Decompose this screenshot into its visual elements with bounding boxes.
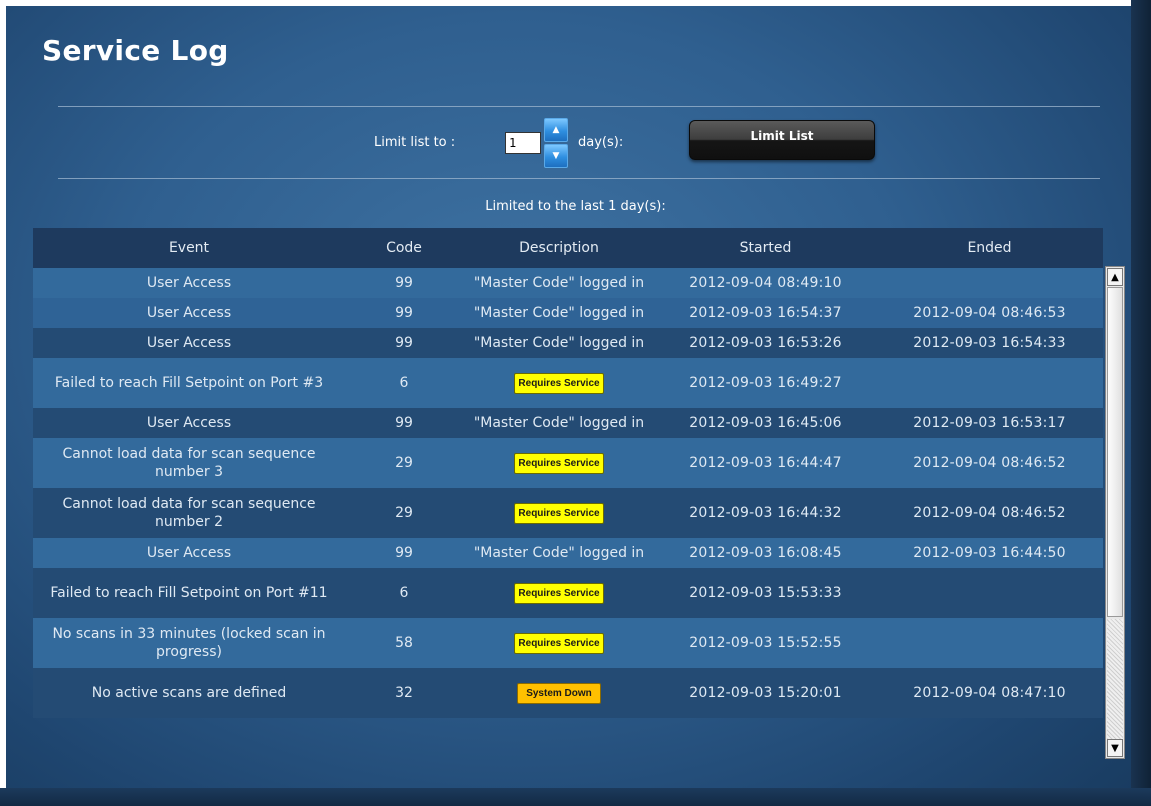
header-ended: Ended <box>967 240 1012 256</box>
limit-label: Limit list to : <box>374 135 456 150</box>
chevron-down-icon: ▼ <box>552 151 560 161</box>
cell-event: Failed to reach Fill Setpoint on Port #1… <box>50 585 328 601</box>
cell-description: "Master Code" logged in <box>473 305 645 321</box>
chevron-up-icon: ▲ <box>552 125 560 135</box>
cell-started: 2012-09-03 16:44:32 <box>689 505 842 521</box>
divider-top <box>58 106 1100 107</box>
cell-started: 2012-09-03 15:52:55 <box>689 635 842 651</box>
cell-event: No scans in 33 minutes (locked scan in p… <box>52 626 326 660</box>
cell-code: 99 <box>395 415 413 431</box>
table-row[interactable]: Cannot load data for scan sequence numbe… <box>33 488 1103 538</box>
table-row[interactable]: Failed to reach Fill Setpoint on Port #1… <box>33 568 1103 618</box>
cell-started: 2012-09-04 08:49:10 <box>689 275 842 291</box>
cell-ended: 2012-09-03 16:44:50 <box>913 545 1066 561</box>
days-unit-label: day(s): <box>578 135 624 150</box>
cell-started: 2012-09-03 16:49:27 <box>689 375 842 391</box>
table-header: Event Code Description Started Ended <box>33 228 1103 268</box>
scroll-down-arrow-icon: ▼ <box>1111 742 1119 754</box>
cell-ended: 2012-09-04 08:47:10 <box>913 685 1066 701</box>
scroll-down-button[interactable]: ▼ <box>1107 739 1123 757</box>
cell-event: Failed to reach Fill Setpoint on Port #3 <box>54 375 324 391</box>
header-event: Event <box>168 240 210 256</box>
cell-code: 29 <box>395 505 413 521</box>
cell-event: User Access <box>146 275 232 291</box>
cell-description: "Master Code" logged in <box>473 545 645 561</box>
requires-service-badge: Requires Service <box>514 632 604 654</box>
cell-description: System Down <box>463 682 655 704</box>
cell-description: Requires Service <box>463 372 655 394</box>
cell-ended: 2012-09-03 16:54:33 <box>913 335 1066 351</box>
requires-service-badge: Requires Service <box>514 582 604 604</box>
cell-code: 99 <box>395 305 413 321</box>
header-description: Description <box>519 240 599 256</box>
table-row[interactable]: No scans in 33 minutes (locked scan in p… <box>33 618 1103 668</box>
requires-service-badge: Requires Service <box>514 502 604 524</box>
cell-event: Cannot load data for scan sequence numbe… <box>62 496 316 530</box>
cell-started: 2012-09-03 16:44:47 <box>689 455 842 471</box>
table-row[interactable]: User Access 99 "Master Code" logged in 2… <box>33 408 1103 438</box>
cell-description: "Master Code" logged in <box>473 275 645 291</box>
cell-event: User Access <box>146 545 232 561</box>
window-frame-bottom <box>0 788 1151 806</box>
limit-list-button[interactable]: Limit List <box>689 120 875 160</box>
cell-event: No active scans are defined <box>91 685 287 701</box>
requires-service-badge: Requires Service <box>514 372 604 394</box>
cell-started: 2012-09-03 15:20:01 <box>689 685 842 701</box>
cell-code: 99 <box>395 275 413 291</box>
cell-started: 2012-09-03 16:53:26 <box>689 335 842 351</box>
cell-event: User Access <box>146 305 232 321</box>
window-frame-top <box>0 0 1151 6</box>
table-row[interactable]: User Access 99 "Master Code" logged in 2… <box>33 268 1103 298</box>
scroll-up-arrow-icon: ▲ <box>1111 271 1119 283</box>
cell-code: 32 <box>395 685 413 701</box>
table-row[interactable]: User Access 99 "Master Code" logged in 2… <box>33 298 1103 328</box>
cell-description: Requires Service <box>463 502 655 524</box>
header-code: Code <box>386 240 422 256</box>
cell-description: Requires Service <box>463 582 655 604</box>
table-row[interactable]: Failed to reach Fill Setpoint on Port #3… <box>33 358 1103 408</box>
scroll-track[interactable] <box>1107 619 1123 739</box>
limit-days-input[interactable] <box>505 132 541 154</box>
cell-description: "Master Code" logged in <box>473 415 645 431</box>
cell-event: User Access <box>146 335 232 351</box>
cell-description: Requires Service <box>463 452 655 474</box>
scroll-up-button[interactable]: ▲ <box>1107 268 1123 286</box>
cell-code: 29 <box>395 455 413 471</box>
cell-code: 99 <box>395 545 413 561</box>
cell-started: 2012-09-03 15:53:33 <box>689 585 842 601</box>
page-title: Service Log <box>42 34 229 67</box>
cell-started: 2012-09-03 16:45:06 <box>689 415 842 431</box>
limited-to-message: Limited to the last 1 day(s): <box>485 199 666 214</box>
cell-started: 2012-09-03 16:54:37 <box>689 305 842 321</box>
scroll-thumb[interactable] <box>1107 287 1123 617</box>
cell-ended: 2012-09-04 08:46:52 <box>913 455 1066 471</box>
cell-description: Requires Service <box>463 632 655 654</box>
table-row[interactable]: User Access 99 "Master Code" logged in 2… <box>33 538 1103 568</box>
table-row[interactable]: User Access 99 "Master Code" logged in 2… <box>33 328 1103 358</box>
spin-down-button[interactable]: ▼ <box>544 144 568 168</box>
cell-ended: 2012-09-03 16:53:17 <box>913 415 1066 431</box>
cell-description: "Master Code" logged in <box>473 335 645 351</box>
cell-event: User Access <box>146 415 232 431</box>
table-row[interactable]: No active scans are defined 32 System Do… <box>33 668 1103 718</box>
divider-bottom <box>58 178 1100 179</box>
header-started: Started <box>739 240 792 256</box>
window-frame-left <box>0 0 6 806</box>
window-frame-right <box>1131 0 1151 806</box>
cell-code: 99 <box>395 335 413 351</box>
cell-ended: 2012-09-04 08:46:52 <box>913 505 1066 521</box>
cell-code: 6 <box>399 375 409 391</box>
cell-code: 58 <box>395 635 413 651</box>
table-scrollbar[interactable]: ▲ ▼ <box>1105 266 1125 759</box>
requires-service-badge: Requires Service <box>514 452 604 474</box>
cell-event: Cannot load data for scan sequence numbe… <box>62 446 316 480</box>
service-log-table: Event Code Description Started Ended Use… <box>33 228 1103 718</box>
cell-ended: 2012-09-04 08:46:53 <box>913 305 1066 321</box>
cell-started: 2012-09-03 16:08:45 <box>689 545 842 561</box>
table-row[interactable]: Cannot load data for scan sequence numbe… <box>33 438 1103 488</box>
system-down-badge: System Down <box>517 682 601 704</box>
cell-code: 6 <box>399 585 409 601</box>
spin-up-button[interactable]: ▲ <box>544 118 568 142</box>
